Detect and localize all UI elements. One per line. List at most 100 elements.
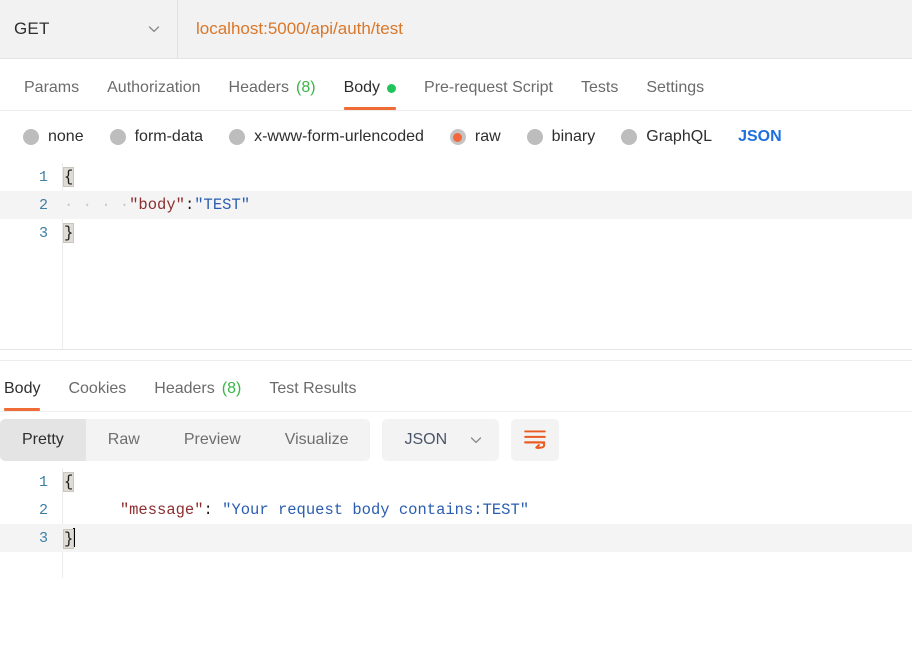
tab-tests[interactable]: Tests <box>567 79 632 110</box>
body-format-selector[interactable]: JSON <box>725 128 795 146</box>
response-view-preview-label: Preview <box>183 431 241 448</box>
radio-raw[interactable]: raw <box>437 128 514 146</box>
response-tab-headers[interactable]: Headers (8) <box>140 380 255 411</box>
radio-form-data-icon <box>109 129 126 145</box>
response-tab-bar: Body Cookies Headers (8) Test Results <box>0 361 912 411</box>
response-view-mode-group: Pretty Raw Preview Visualize <box>0 419 371 461</box>
tab-authorization-label: Authorization <box>107 79 201 96</box>
radio-none-label: none <box>48 128 84 145</box>
request-code-line[interactable]: 3 } <box>0 219 912 247</box>
response-line-content[interactable]: { <box>62 472 912 492</box>
response-view-raw[interactable]: Raw <box>86 419 162 461</box>
radio-graphql[interactable]: GraphQL <box>608 128 725 146</box>
close-brace: } <box>62 223 75 243</box>
response-view-preview[interactable]: Preview <box>162 419 263 461</box>
request-code-line[interactable]: 2 · · · ·"body":"TEST" <box>0 191 912 219</box>
response-body-editor[interactable]: 1 { 2 "message": "Your request body cont… <box>0 468 912 578</box>
radio-binary-icon <box>526 129 543 145</box>
radio-none-icon <box>23 129 39 145</box>
response-view-pretty[interactable]: Pretty <box>0 419 86 461</box>
radio-none[interactable]: none <box>10 128 97 146</box>
radio-raw-icon-selected <box>449 129 466 145</box>
radio-graphql-icon <box>621 129 638 145</box>
json-key: "message" <box>119 501 204 519</box>
response-view-pretty-label: Pretty <box>22 431 64 448</box>
radio-x-www-form-urlencoded-icon <box>229 129 246 145</box>
response-line-number: 2 <box>38 501 48 519</box>
response-tab-cookies[interactable]: Cookies <box>54 380 140 411</box>
chevron-down-icon <box>147 22 161 36</box>
request-line-content[interactable]: · · · ·"body":"TEST" <box>62 196 912 214</box>
json-value: "Your request body contains:TEST" <box>222 501 530 519</box>
response-view-visualize-label: Visualize <box>284 431 349 448</box>
response-line-content[interactable]: } <box>62 528 912 549</box>
text-cursor <box>73 528 76 547</box>
request-url-input[interactable]: localhost:5000/api/auth/test <box>178 0 912 58</box>
request-line-number: 2 <box>38 196 48 214</box>
response-tab-test-results-label: Test Results <box>269 380 357 397</box>
radio-x-www-form-urlencoded[interactable]: x-www-form-urlencoded <box>216 128 437 146</box>
response-format-label: JSON <box>404 431 448 448</box>
http-method-label: GET <box>14 19 50 38</box>
response-tab-cookies-label: Cookies <box>68 380 127 397</box>
request-url-bar: GET localhost:5000/api/auth/test <box>0 0 912 59</box>
tab-pre-request-script[interactable]: Pre-request Script <box>410 79 567 110</box>
json-value: "TEST" <box>194 196 251 214</box>
request-line-number: 3 <box>38 224 48 242</box>
json-colon: : <box>184 196 195 214</box>
tab-settings[interactable]: Settings <box>632 79 718 110</box>
tab-params[interactable]: Params <box>10 79 93 110</box>
request-tab-bar: Params Authorization Headers (8) Body Pr… <box>0 59 912 111</box>
radio-binary[interactable]: binary <box>514 128 609 146</box>
chevron-down-icon <box>469 433 483 447</box>
tab-authorization[interactable]: Authorization <box>93 79 214 110</box>
tab-tests-label: Tests <box>580 79 619 96</box>
radio-form-data-label: form-data <box>134 128 204 145</box>
request-code-line[interactable]: 1 { <box>0 163 912 191</box>
request-line-content[interactable]: } <box>62 223 912 243</box>
response-line-number: 3 <box>38 529 48 547</box>
request-line-content[interactable]: { <box>62 167 912 187</box>
pane-split-divider[interactable] <box>0 349 912 361</box>
close-brace: } <box>62 529 75 549</box>
response-tab-body[interactable]: Body <box>0 380 54 411</box>
wrap-lines-icon <box>523 427 547 454</box>
response-tab-headers-count: (8) <box>221 380 242 397</box>
response-view-raw-label: Raw <box>107 431 140 448</box>
request-body-editor[interactable]: 1 { 2 · · · ·"body":"TEST" 3 } <box>0 163 912 349</box>
response-tab-test-results[interactable]: Test Results <box>255 380 370 411</box>
radio-binary-label: binary <box>551 128 596 145</box>
tab-body[interactable]: Body <box>330 79 410 110</box>
tab-body-label: Body <box>343 79 381 96</box>
radio-raw-label: raw <box>474 128 501 145</box>
response-tab-body-label: Body <box>4 380 41 397</box>
request-line-number: 1 <box>38 168 48 186</box>
wrap-lines-button[interactable] <box>511 419 560 461</box>
response-code-line[interactable]: 2 "message": "Your request body contains… <box>0 496 912 524</box>
open-brace: { <box>62 167 75 187</box>
response-format-selector[interactable]: JSON <box>382 419 500 461</box>
http-method-selector[interactable]: GET <box>0 0 178 58</box>
response-line-number: 1 <box>38 473 48 491</box>
tab-pre-request-script-label: Pre-request Script <box>424 79 553 96</box>
open-brace: { <box>62 472 75 492</box>
body-type-radio-group: none form-data x-www-form-urlencoded raw… <box>0 111 912 163</box>
radio-graphql-label: GraphQL <box>646 128 713 145</box>
radio-form-data[interactable]: form-data <box>97 128 216 146</box>
tab-headers-count: (8) <box>296 79 316 96</box>
tab-headers-label: Headers <box>228 79 289 96</box>
response-view-toolbar: Pretty Raw Preview Visualize JSON <box>0 411 912 468</box>
response-view-visualize[interactable]: Visualize <box>263 419 371 461</box>
json-key: "body" <box>129 196 185 214</box>
tab-settings-label: Settings <box>646 79 705 96</box>
response-code-line[interactable]: 3 } <box>0 524 912 552</box>
tab-headers[interactable]: Headers (8) <box>215 79 330 110</box>
json-colon: : <box>203 501 223 519</box>
tab-params-label: Params <box>24 79 80 96</box>
indent-whitespace-dots: · · · · <box>64 196 130 214</box>
body-has-content-dot-icon <box>387 83 397 93</box>
response-line-content[interactable]: "message": "Your request body contains:T… <box>62 501 912 519</box>
radio-x-www-form-urlencoded-label: x-www-form-urlencoded <box>254 128 424 145</box>
response-code-line[interactable]: 1 { <box>0 468 912 496</box>
